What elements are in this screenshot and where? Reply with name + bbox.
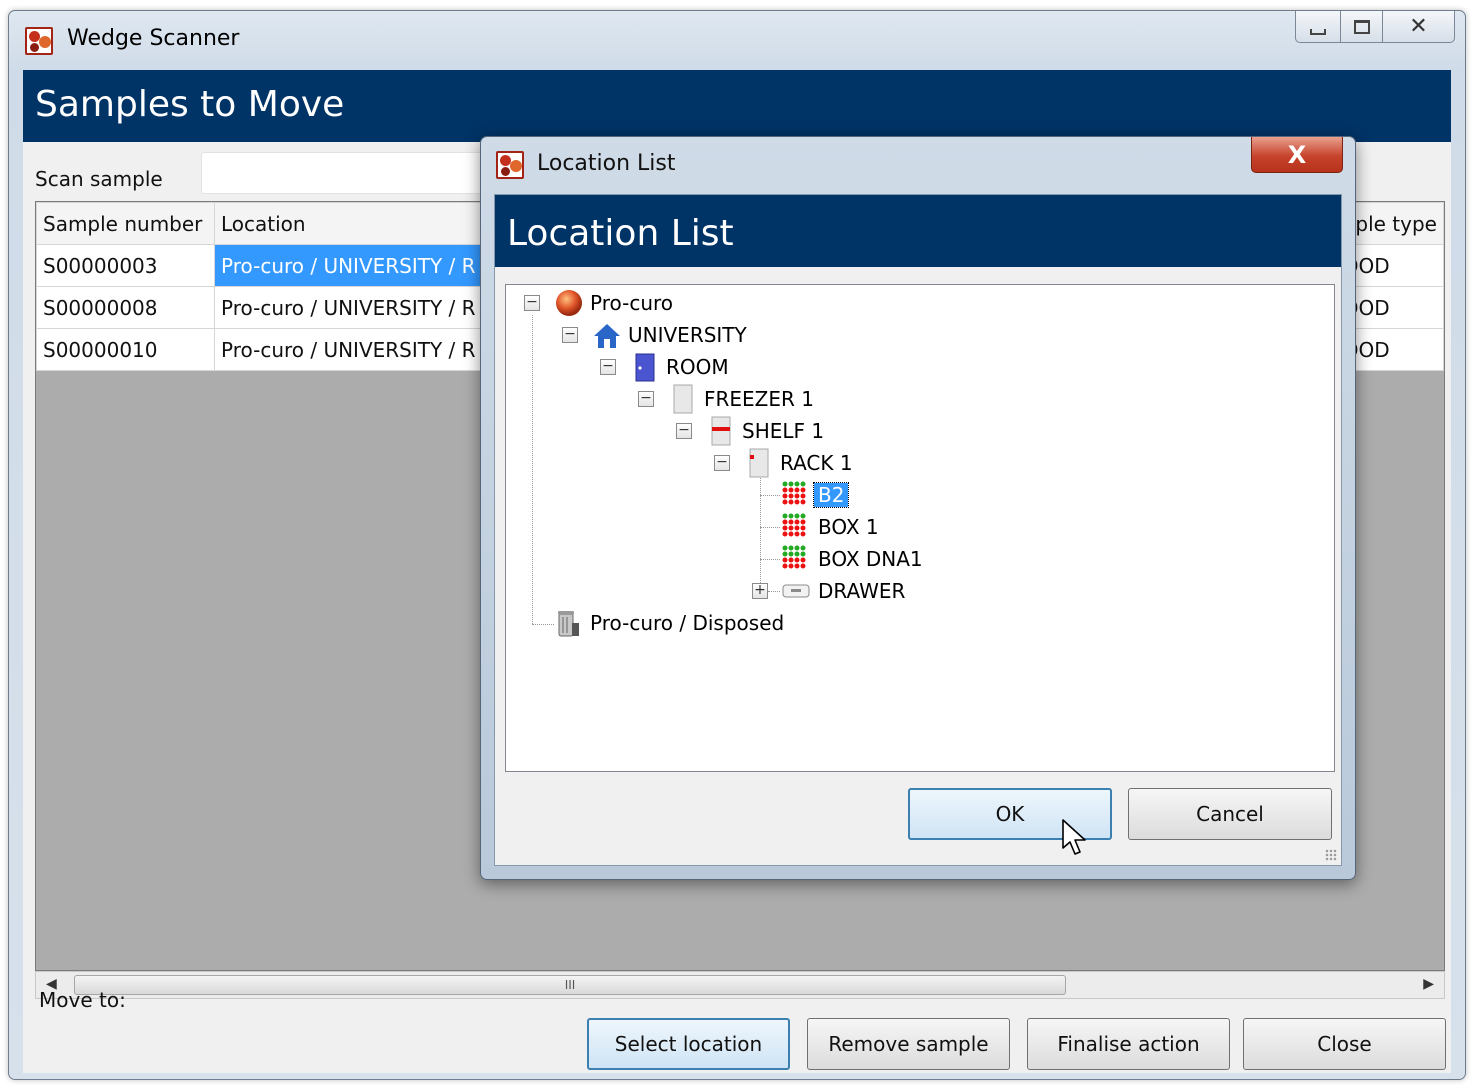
minimize-button[interactable] bbox=[1295, 11, 1341, 43]
cell-sample-number[interactable]: S00000008 bbox=[36, 286, 215, 329]
dialog-close-button[interactable]: X bbox=[1251, 137, 1343, 173]
tree-node-label: B2 bbox=[812, 482, 850, 508]
tree-node-shelf-1[interactable]: SHELF 1 bbox=[704, 416, 828, 446]
page-title: Samples to Move bbox=[35, 84, 345, 125]
freezer-icon bbox=[673, 384, 693, 414]
scroll-right-icon[interactable]: ▶ bbox=[1423, 976, 1434, 992]
collapse-toggle[interactable]: − bbox=[600, 359, 616, 375]
tree-node-label: UNIVERSITY bbox=[628, 323, 747, 347]
location-tree[interactable]: − Pro-curo − UNIVERSITY − ROOM − FREEZER… bbox=[505, 284, 1335, 772]
tree-node-label: RACK 1 bbox=[780, 451, 853, 475]
select-location-button[interactable]: Select location bbox=[587, 1018, 790, 1070]
globe-icon bbox=[556, 290, 582, 316]
remove-sample-button[interactable]: Remove sample bbox=[807, 1018, 1010, 1070]
trash-bin-icon bbox=[558, 611, 579, 637]
resize-grip-icon[interactable] bbox=[1325, 849, 1337, 861]
tree-node-disposed[interactable]: Pro-curo / Disposed bbox=[552, 609, 788, 637]
tree-node-box-dna1[interactable]: BOX DNA1 bbox=[780, 545, 927, 573]
page-header: Samples to Move bbox=[23, 70, 1451, 142]
tree-node-label: Pro-curo / Disposed bbox=[590, 611, 785, 635]
dialog-title-bar: Location List X bbox=[481, 137, 1355, 193]
location-list-dialog: Location List X Location List − Pro-curo… bbox=[480, 136, 1356, 880]
tree-node-label: BOX 1 bbox=[818, 515, 879, 539]
maximize-button[interactable] bbox=[1341, 11, 1383, 43]
collapse-toggle[interactable]: − bbox=[676, 423, 692, 439]
close-button[interactable]: Close bbox=[1243, 1018, 1446, 1070]
close-icon: X bbox=[1287, 140, 1307, 169]
scrollbar-thumb[interactable]: III bbox=[74, 975, 1066, 995]
tree-node-freezer-1[interactable]: FREEZER 1 bbox=[666, 384, 818, 414]
dialog-heading: Location List bbox=[507, 213, 734, 254]
title-bar: Wedge Scanner ✕ bbox=[9, 11, 1465, 69]
app-logo-icon bbox=[25, 27, 53, 55]
drawer-icon bbox=[782, 584, 810, 598]
finalise-action-button[interactable]: Finalise action bbox=[1027, 1018, 1230, 1070]
tree-node-label: BOX DNA1 bbox=[818, 547, 923, 571]
dialog-header: Location List bbox=[495, 195, 1341, 267]
tree-node-label: SHELF 1 bbox=[742, 419, 825, 443]
shelf-icon bbox=[711, 416, 731, 446]
caption-buttons: ✕ bbox=[1295, 11, 1455, 49]
dialog-client-area: Location List − Pro-curo − UNIVERSITY − … bbox=[494, 194, 1342, 866]
tree-node-rack-1[interactable]: RACK 1 bbox=[742, 448, 857, 478]
maximize-icon bbox=[1353, 19, 1370, 34]
collapse-toggle[interactable]: − bbox=[524, 295, 540, 311]
box-wells-icon bbox=[782, 481, 806, 505]
minimize-icon bbox=[1310, 28, 1326, 35]
cell-sample-number[interactable]: S00000003 bbox=[36, 244, 215, 287]
tree-node-label: Pro-curo bbox=[590, 291, 674, 315]
horizontal-scrollbar[interactable]: ◀ III ▶ bbox=[35, 971, 1445, 999]
scan-sample-label: Scan sample bbox=[35, 167, 163, 191]
rack-icon bbox=[749, 448, 769, 478]
window-title: Wedge Scanner bbox=[67, 26, 240, 51]
move-to-label: Move to: bbox=[39, 988, 126, 1012]
collapse-toggle[interactable]: − bbox=[638, 391, 654, 407]
close-icon: ✕ bbox=[1409, 14, 1428, 39]
app-logo-icon bbox=[496, 151, 524, 179]
column-header-sample-number[interactable]: Sample number bbox=[36, 202, 215, 245]
tree-node-university[interactable]: UNIVERSITY bbox=[590, 321, 751, 349]
door-icon bbox=[635, 353, 655, 382]
house-icon bbox=[594, 324, 620, 348]
close-window-button[interactable]: ✕ bbox=[1383, 11, 1455, 43]
mouse-cursor-icon bbox=[1062, 819, 1086, 855]
collapse-toggle[interactable]: − bbox=[714, 455, 730, 471]
tree-node-pro-curo[interactable]: Pro-curo bbox=[552, 289, 677, 317]
expand-toggle[interactable]: + bbox=[752, 583, 768, 599]
tree-node-b2[interactable]: B2 bbox=[780, 481, 850, 509]
tree-node-room[interactable]: ROOM bbox=[628, 353, 733, 382]
box-wells-icon bbox=[782, 513, 806, 537]
tree-node-box-1[interactable]: BOX 1 bbox=[780, 513, 883, 541]
tree-node-label: DRAWER bbox=[818, 579, 906, 603]
dialog-title: Location List bbox=[537, 151, 676, 176]
cancel-button[interactable]: Cancel bbox=[1128, 788, 1332, 840]
tree-node-label: FREEZER 1 bbox=[704, 387, 814, 411]
collapse-toggle[interactable]: − bbox=[562, 327, 578, 343]
box-wells-icon bbox=[782, 545, 806, 569]
tree-node-label: ROOM bbox=[666, 355, 729, 379]
cell-sample-number[interactable]: S00000010 bbox=[36, 328, 215, 371]
tree-node-drawer[interactable]: DRAWER bbox=[780, 577, 909, 605]
